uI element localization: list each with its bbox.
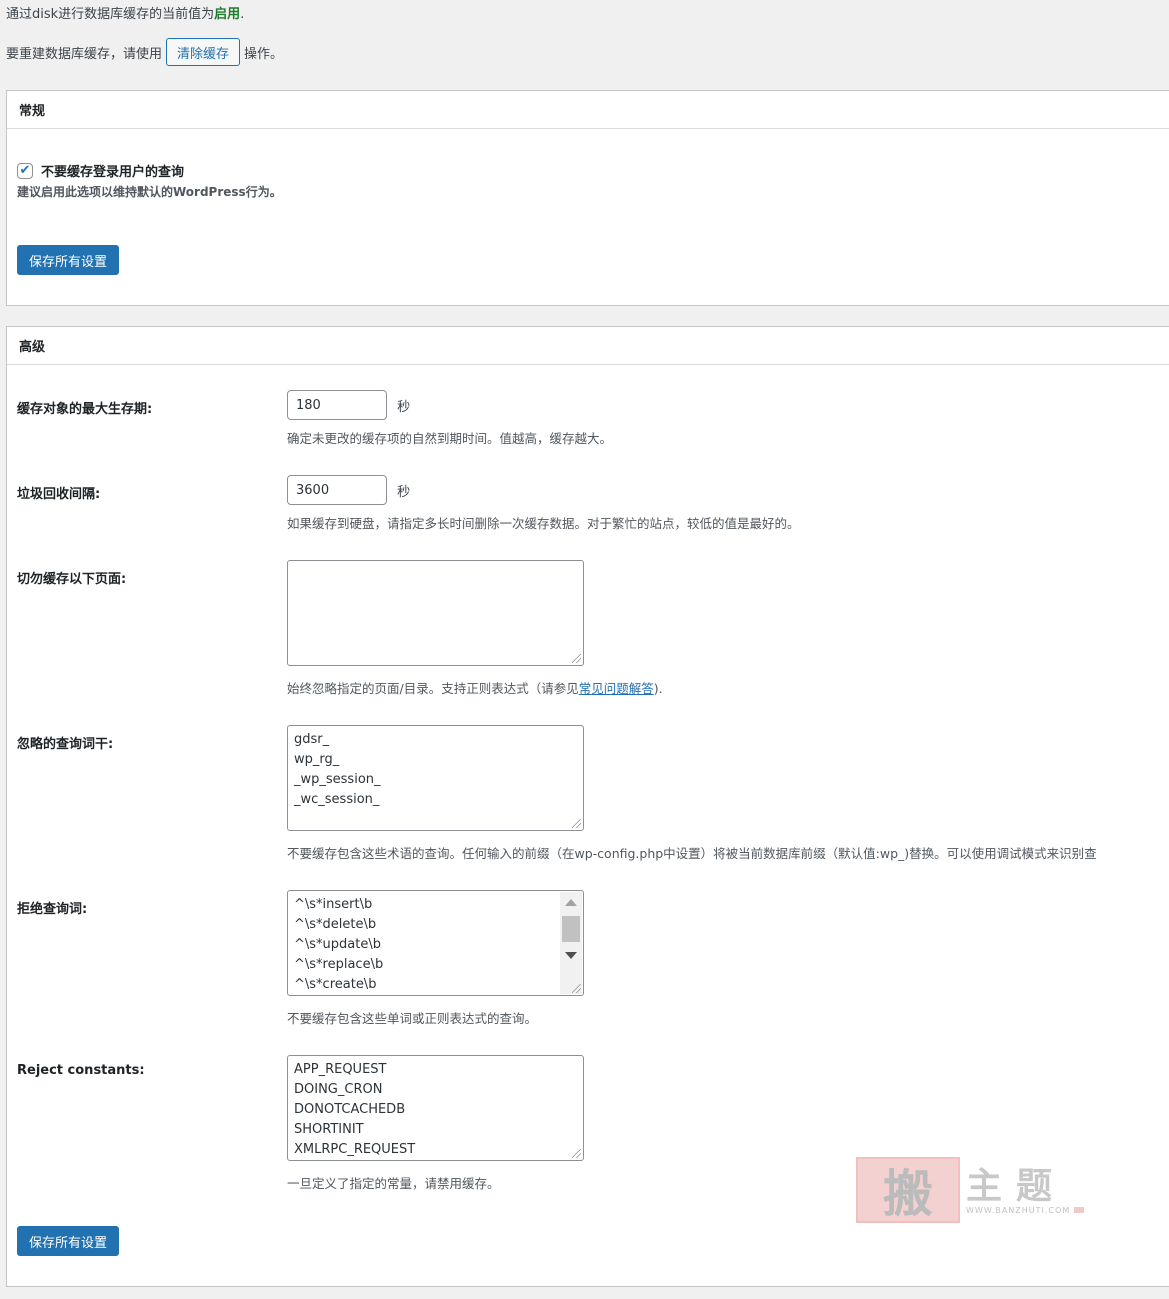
reject-logged-in-description: 建议启用此选项以维持默认的WordPress行为。 xyxy=(17,185,282,199)
textarea-line: wp_rg_ xyxy=(294,752,340,767)
textarea-line: DOING_CRON xyxy=(294,1082,383,1097)
textarea-line: APP_REQUEST xyxy=(294,1062,387,1077)
gc-interval-unit: 秒 xyxy=(397,484,411,500)
watermark-url-text: WWW.BANZHUTI.COM xyxy=(966,1205,1071,1215)
textarea-scrollbar[interactable] xyxy=(560,892,582,994)
reject-constants-help: 一旦定义了指定的常量，请禁用缓存。 xyxy=(287,1176,500,1191)
lifetime-unit: 秒 xyxy=(397,399,411,415)
save-settings-button-advanced[interactable]: 保存所有设置 xyxy=(17,1226,120,1256)
reject-logged-in-checkbox[interactable]: ✔ xyxy=(17,162,33,179)
reject-pages-help-prefix: 始终忽略指定的页面/目录。支持正则表达式（请参见 xyxy=(287,681,579,696)
gc-interval-help: 如果缓存到硬盘，请指定多长时间删除一次缓存数据。对于繁忙的站点，较低的值是最好的… xyxy=(287,516,800,531)
reject-words-help: 不要缓存包含这些单词或正则表达式的查询。 xyxy=(287,1011,538,1026)
status-prefix: 通过disk进行数据库缓存的当前值为 xyxy=(6,7,215,22)
rebuild-suffix: 操作。 xyxy=(244,46,284,62)
textarea-line: DONOTCACHEDB xyxy=(294,1102,406,1117)
ignored-stems-textarea[interactable]: gdsr_ wp_rg_ _wp_session_ _wc_session_ xyxy=(287,725,584,831)
watermark-right: 主题 WWW.BANZHUTI.COM xyxy=(966,1164,1085,1215)
textarea-line: _wp_session_ xyxy=(294,772,381,787)
textarea-line: gdsr_ xyxy=(294,732,330,747)
ignored-stems-help: 不要缓存包含这些术语的查询。任何输入的前缀（在wp-config.php中设置）… xyxy=(287,846,1097,861)
resize-handle-icon[interactable] xyxy=(572,984,581,993)
textarea-line: _wc_session_ xyxy=(294,792,380,807)
textarea-line: XMLRPC_REQUEST xyxy=(294,1142,416,1157)
reject-pages-help: 始终忽略指定的页面/目录。支持正则表达式（请参见常见问题解答). xyxy=(287,678,663,697)
advanced-title: 高级 xyxy=(7,327,1169,365)
save-settings-button-general[interactable]: 保存所有设置 xyxy=(17,245,120,275)
reject-constants-label: Reject constants: xyxy=(17,1063,145,1078)
resize-handle-icon[interactable] xyxy=(572,819,581,828)
textarea-line: ^\s*create\b xyxy=(294,977,377,992)
scroll-down-icon[interactable] xyxy=(565,952,577,959)
reject-constants-textarea[interactable]: APP_REQUEST DOING_CRON DONOTCACHEDB SHOR… xyxy=(287,1055,584,1161)
watermark-url-mark xyxy=(1074,1206,1085,1213)
lifetime-label: 缓存对象的最大生存期: xyxy=(17,402,153,417)
general-postbox: 常规 ✔ 不要缓存登录用户的查询 建议启用此选项以维持默认的WordPress行… xyxy=(6,90,1169,306)
resize-handle-icon[interactable] xyxy=(572,654,581,663)
status-value: 启用 xyxy=(214,7,241,22)
ignored-stems-label: 忽略的查询词干: xyxy=(17,737,114,752)
reject-logged-in-option[interactable]: ✔ 不要缓存登录用户的查询 xyxy=(17,161,184,180)
gc-interval-label: 垃圾回收间隔: xyxy=(17,487,101,502)
reject-pages-textarea[interactable] xyxy=(287,560,584,666)
reject-logged-in-label[interactable]: 不要缓存登录用户的查询 xyxy=(41,161,184,180)
textarea-line: ^\s*delete\b xyxy=(294,917,377,932)
textarea-line: ^\s*replace\b xyxy=(294,957,384,972)
textarea-line: ^\s*insert\b xyxy=(294,897,373,912)
cache-status-note: 通过disk进行数据库缓存的当前值为启用. xyxy=(6,6,244,24)
gc-interval-field: 秒 xyxy=(287,475,410,505)
status-suffix: . xyxy=(240,7,245,22)
reject-pages-help-suffix: ). xyxy=(653,681,663,696)
textarea-line: SHORTINIT xyxy=(294,1122,364,1137)
lifetime-field: 秒 xyxy=(287,390,410,420)
general-title: 常规 xyxy=(7,91,1169,129)
faq-link[interactable]: 常见问题解答 xyxy=(579,681,654,696)
advanced-postbox: 高级 缓存对象的最大生存期: 秒 确定未更改的缓存项的自然到期时间。值越高，缓存… xyxy=(6,326,1169,1287)
watermark-url: WWW.BANZHUTI.COM xyxy=(966,1205,1085,1215)
reject-words-label: 拒绝查询词: xyxy=(17,902,88,917)
watermark-logo: 搬 主题 WWW.BANZHUTI.COM xyxy=(856,1155,1086,1225)
watermark-text: 主题 xyxy=(966,1164,1067,1207)
flush-cache-button[interactable]: 清除缓存 xyxy=(166,38,241,66)
watermark-seal: 搬 xyxy=(856,1157,960,1223)
lifetime-input[interactable] xyxy=(287,390,387,420)
lifetime-help: 确定未更改的缓存项的自然到期时间。值越高，缓存越大。 xyxy=(287,431,613,446)
rebuild-prefix: 要重建数据库缓存，请使用 xyxy=(6,46,163,62)
scroll-up-icon[interactable] xyxy=(565,899,577,906)
scroll-thumb[interactable] xyxy=(562,916,580,942)
reject-words-textarea[interactable]: ^\s*insert\b ^\s*delete\b ^\s*update\b ^… xyxy=(287,890,584,996)
resize-handle-icon[interactable] xyxy=(572,1149,581,1158)
reject-pages-label: 切勿缓存以下页面: xyxy=(17,572,127,587)
textarea-line: ^\s*update\b xyxy=(294,937,381,952)
gc-interval-input[interactable] xyxy=(287,475,387,505)
rebuild-note: 要重建数据库缓存，请使用 清除缓存 操作。 xyxy=(6,38,283,66)
checkmark-icon: ✔ xyxy=(19,163,31,178)
